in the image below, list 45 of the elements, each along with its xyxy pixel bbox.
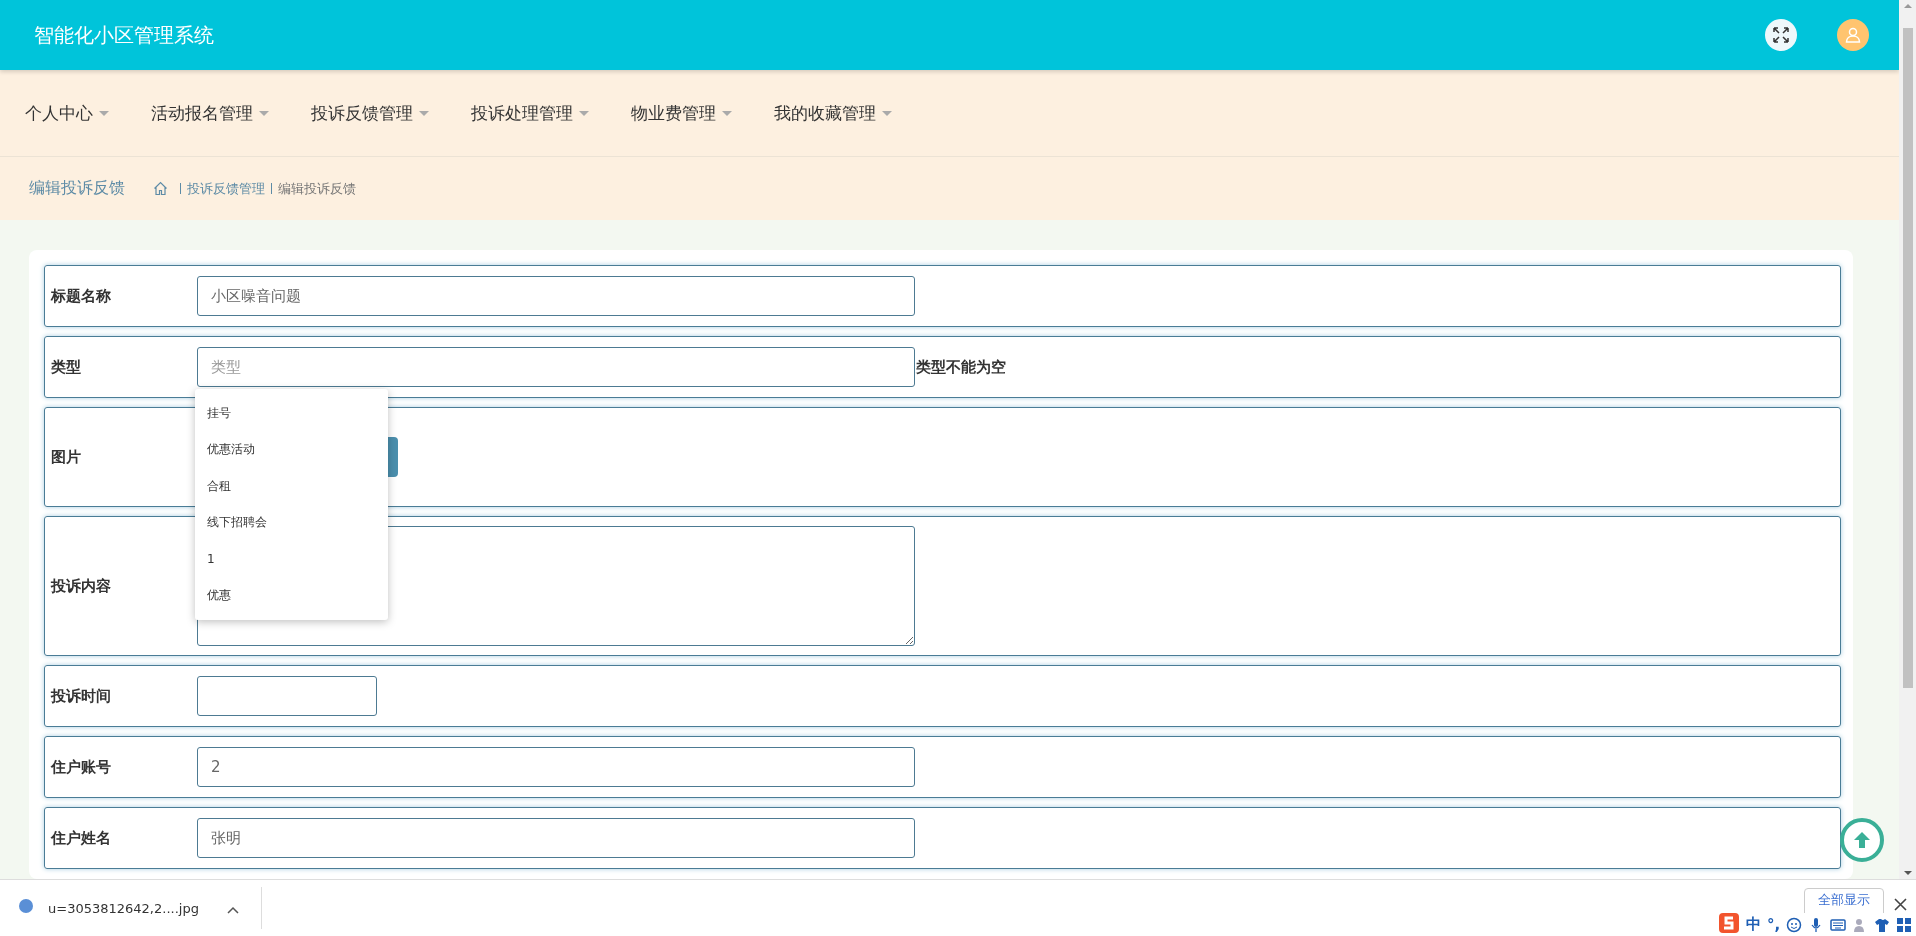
nav-menu-item[interactable]: 物业费管理 (631, 101, 732, 125)
caret-icon (99, 110, 109, 116)
caret-icon (419, 110, 429, 116)
home-icon[interactable] (153, 181, 168, 196)
scrollbar-thumb[interactable] (1902, 28, 1913, 688)
caret-icon (259, 110, 269, 116)
field-label: 住户姓名 (49, 828, 112, 848)
input-field[interactable]: 小区噪音问题 (197, 276, 915, 316)
dropdown-option[interactable]: 线下招聘会 (195, 504, 388, 541)
app-title: 智能化小区管理系统 (34, 21, 215, 49)
emoji-icon[interactable] (1786, 916, 1803, 933)
nav-menu-item[interactable]: 活动报名管理 (151, 101, 269, 125)
ime-mode-toggle[interactable]: 中 (1746, 915, 1761, 935)
field-label: 标题名称 (49, 286, 112, 306)
field-label: 投诉内容 (49, 576, 112, 596)
nav-menu-item[interactable]: 个人中心 (25, 101, 109, 125)
dropdown-option[interactable]: 1 (195, 541, 388, 578)
punctuation-toggle[interactable]: °, (1767, 915, 1781, 934)
dropdown-option[interactable]: 挂号 (195, 395, 388, 432)
dropdown-option[interactable]: 合租 (195, 468, 388, 505)
back-to-top-icon[interactable] (1840, 818, 1884, 862)
download-file-name[interactable]: u=3053812642,2....jpg (48, 900, 199, 916)
nav-menu-item[interactable]: 我的收藏管理 (774, 101, 892, 125)
dropdown-option[interactable]: 优惠活动 (195, 431, 388, 468)
error-message: 类型不能为空 (916, 357, 1006, 377)
field-label: 类型 (50, 357, 82, 377)
page-title: 编辑投诉反馈 (29, 178, 125, 199)
field-label: 图片 (50, 447, 82, 467)
caret-icon (579, 110, 589, 116)
ime-logo-icon[interactable] (1718, 911, 1740, 936)
scroll-down-icon[interactable] (1903, 871, 1912, 876)
field-label: 住户账号 (49, 757, 112, 777)
nav-menu-item[interactable]: 投诉反馈管理 (311, 101, 429, 125)
input-field[interactable]: 2 (197, 747, 915, 787)
grid-icon[interactable] (1896, 916, 1913, 933)
caret-icon (882, 110, 892, 116)
shirt-icon[interactable] (1874, 916, 1891, 933)
field-label: 投诉时间 (49, 686, 112, 706)
dropdown-option[interactable]: 优惠 (195, 577, 388, 614)
keyboard-icon[interactable] (1830, 916, 1847, 933)
fullscreen-icon[interactable] (1765, 19, 1797, 51)
input-field[interactable]: 张明 (197, 818, 915, 858)
date-field[interactable] (197, 676, 377, 716)
nav-menu-item[interactable]: 投诉处理管理 (471, 101, 589, 125)
caret-icon (722, 110, 732, 116)
